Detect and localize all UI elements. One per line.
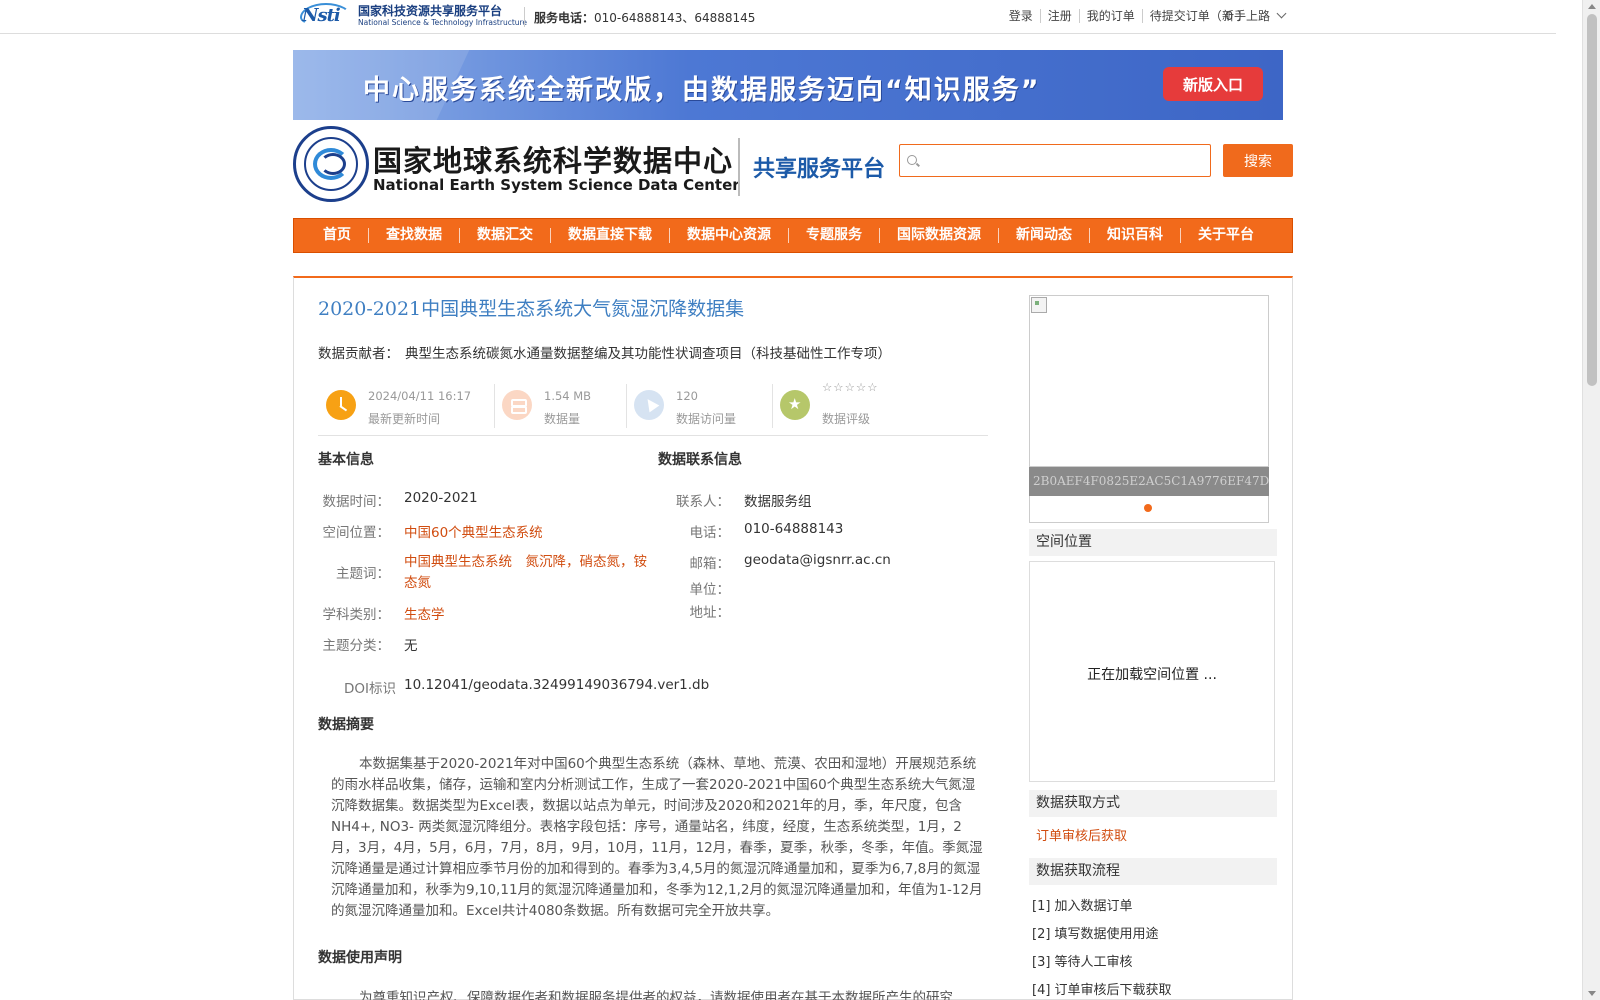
top-links: 登录 注册 我的订单 待提交订单（ 0 ） <box>1002 9 1256 23</box>
category-value: 无 <box>404 638 418 654</box>
stat-size: 1.54 MB 数据量 <box>494 382 624 426</box>
site-name-cn: 国家地球系统科学数据中心 <box>373 144 734 178</box>
stat-updated: 2024/04/11 16:17 最新更新时间 <box>318 382 488 426</box>
nsti-logo[interactable]: Nsti 国家科技资源共享服务平台 National Science & Tec… <box>300 2 527 30</box>
keywords-links[interactable]: 中国典型生态系统 氮沉降，硝态氮，铵态氮 <box>404 552 654 594</box>
discipline-link[interactable]: 生态学 <box>404 603 445 623</box>
map-loading-text: 正在加载空间位置 ... <box>1087 667 1217 683</box>
access-heading: 数据获取方式 <box>1029 790 1277 817</box>
contributor: 数据贡献者： 典型生态系统碳氮水通量数据整编及其功能性状调查项目（科技基础性工作专… <box>318 346 891 362</box>
space-heading: 空间位置 <box>1029 529 1277 556</box>
abstract-text: 本数据集基于2020-2021年对中国60个典型生态系统（森林、草地、荒漠、农田… <box>331 756 983 919</box>
nav-international-data[interactable]: 国际数据资源 <box>880 228 999 243</box>
star-icon <box>780 390 810 420</box>
site-name-en: National Earth System Science Data Cente… <box>373 176 740 194</box>
space-link[interactable]: 中国60个典型生态系统 <box>404 521 543 541</box>
category-key: 主题分类： <box>322 638 391 654</box>
phone-key: 电话： <box>689 525 731 541</box>
space-key: 空间位置： <box>322 525 391 541</box>
scroll-thumb[interactable] <box>1587 14 1597 386</box>
nav-news[interactable]: 新闻动态 <box>999 228 1090 243</box>
usage-text: 为尊重知识产权、保障数据作者和数据服务提供者的权益，请数据使用者在基于本数据所产… <box>359 990 953 1000</box>
search-box <box>899 144 1211 177</box>
flow-step-1: [1] 加入数据订单 <box>1032 899 1133 914</box>
address-key: 地址： <box>689 605 731 621</box>
doi-value[interactable]: 10.12041/geodata.32499149036794.ver1.db <box>404 677 709 693</box>
newbie-dropdown[interactable]: 新手上路 <box>1222 7 1287 24</box>
scroll-up-icon[interactable] <box>1588 4 1596 9</box>
promo-banner[interactable]: 中心服务系统全新改版，由数据服务迈向“知识服务” 新版入口 <box>293 50 1283 120</box>
dataset-stats: 2024/04/11 16:17 最新更新时间 1.54 MB 数据量 120 … <box>318 378 988 436</box>
login-link[interactable]: 登录 <box>1002 9 1041 23</box>
nav-center-resources[interactable]: 数据中心资源 <box>670 228 789 243</box>
nav-about[interactable]: 关于平台 <box>1181 228 1271 243</box>
flow-heading: 数据获取流程 <box>1029 858 1277 885</box>
abstract-heading: 数据摘要 <box>318 717 374 733</box>
nav-find-data[interactable]: 查找数据 <box>369 228 460 243</box>
page-scrollbar[interactable] <box>1582 0 1600 1000</box>
time-key: 数据时间： <box>322 494 391 510</box>
service-hotline: 服务电话：010-64888143、64888145 <box>534 11 756 25</box>
flow-step-3: [3] 等待人工审核 <box>1032 955 1133 970</box>
flow-step-4: [4] 订单审核后下载获取 <box>1032 983 1172 998</box>
main-nav: 首页 查找数据 数据汇交 数据直接下载 数据中心资源 专题服务 国际数据资源 新… <box>293 218 1293 253</box>
search-button[interactable]: 搜索 <box>1223 144 1293 177</box>
map-panel[interactable]: 正在加载空间位置 ... <box>1029 561 1275 782</box>
banner-text: 中心服务系统全新改版，由数据服务迈向“知识服务” <box>363 75 1041 106</box>
nav-direct-download[interactable]: 数据直接下载 <box>551 228 670 243</box>
site-logo[interactable]: 国家地球系统科学数据中心 National Earth System Scien… <box>293 126 893 202</box>
phone-value: 010-64888143 <box>744 521 844 537</box>
access-method-link[interactable]: 订单审核后获取 <box>1036 825 1127 844</box>
basic-info-heading: 基本信息 <box>318 452 374 468</box>
chevron-down-icon <box>1276 8 1287 19</box>
divider <box>524 7 525 27</box>
contact-info-heading: 数据联系信息 <box>658 452 742 468</box>
discipline-key: 学科类别： <box>322 607 391 623</box>
nsti-name-en: National Science & Technology Infrastruc… <box>358 18 528 28</box>
scroll-down-icon[interactable] <box>1588 991 1596 996</box>
search-icon <box>907 155 917 165</box>
nav-topic-services[interactable]: 专题服务 <box>789 228 880 243</box>
nav-knowledge[interactable]: 知识百科 <box>1090 228 1181 243</box>
top-bar: Nsti 国家科技资源共享服务平台 National Science & Tec… <box>0 0 1556 34</box>
stat-rating: ☆☆☆☆☆ 数据评级 <box>772 380 942 426</box>
keywords-key: 主题词： <box>336 566 390 582</box>
nsti-mark-icon: Nsti <box>300 3 354 29</box>
nsti-name-cn: 国家科技资源共享服务平台 <box>358 4 503 19</box>
stat-visits: 120 数据访问量 <box>626 382 766 426</box>
time-value: 2020-2021 <box>404 490 478 506</box>
thumbnail-image[interactable] <box>1029 295 1269 467</box>
usage-heading: 数据使用声明 <box>318 950 402 966</box>
seal-logo-icon <box>293 126 369 202</box>
email-key: 邮箱： <box>689 556 731 572</box>
nav-home[interactable]: 首页 <box>306 228 369 243</box>
contact-person-key: 联系人： <box>676 494 730 510</box>
rating-stars[interactable]: ☆☆☆☆☆ <box>822 380 879 394</box>
flow-step-2: [2] 填写数据使用用途 <box>1032 927 1159 942</box>
doi-key: DOI标识 <box>343 681 396 697</box>
layers-icon <box>502 390 532 420</box>
register-link[interactable]: 注册 <box>1041 9 1080 23</box>
broken-image-icon <box>1031 297 1047 313</box>
thumbnail-caption: 2B0AEF4F0825E2AC5C1A9776EF47D8FE <box>1029 467 1269 496</box>
contact-person-value: 数据服务组 <box>744 494 812 510</box>
new-version-button[interactable]: 新版入口 <box>1163 67 1263 101</box>
my-orders-link[interactable]: 我的订单 <box>1080 9 1143 23</box>
search-input[interactable] <box>924 149 1204 173</box>
nav-data-submission[interactable]: 数据汇交 <box>460 228 551 243</box>
cursor-icon <box>634 390 664 420</box>
carousel-dot[interactable] <box>1144 504 1152 512</box>
dataset-title: 2020-2021中国典型生态系统大气氮湿沉降数据集 <box>318 298 745 320</box>
unit-key: 单位： <box>689 582 731 598</box>
platform-name: 共享服务平台 <box>753 157 886 182</box>
clock-icon <box>326 390 356 420</box>
email-value[interactable]: geodata@igsnrr.ac.cn <box>744 552 891 568</box>
